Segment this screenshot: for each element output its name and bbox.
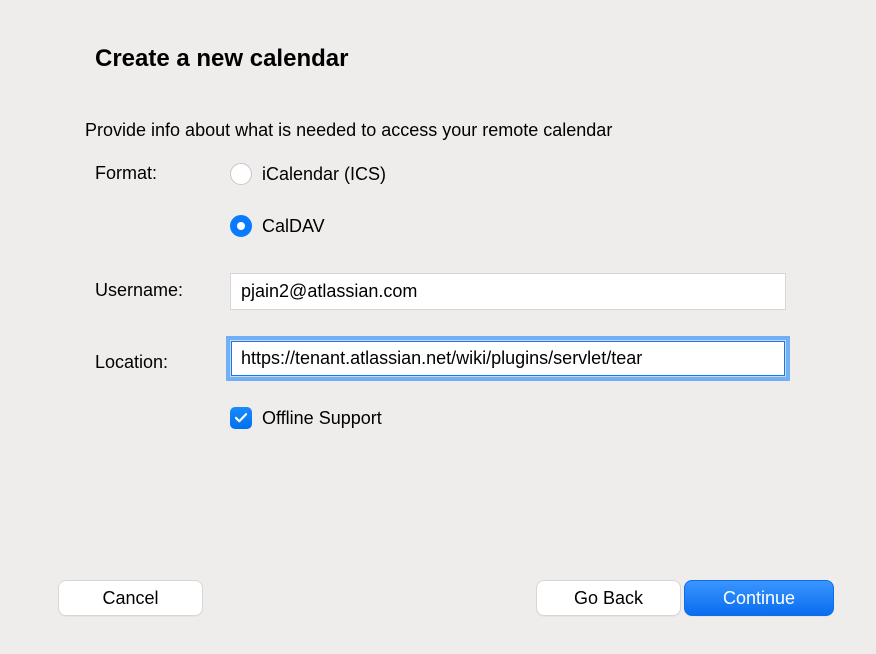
format-radio-caldav[interactable]: CalDAV — [230, 215, 325, 237]
location-label: Location: — [95, 352, 168, 373]
offline-support-checkbox[interactable]: Offline Support — [230, 407, 382, 429]
cancel-button[interactable]: Cancel — [58, 580, 203, 616]
radio-selected-icon — [230, 215, 252, 237]
format-radio-ics-label: iCalendar (ICS) — [262, 164, 386, 185]
offline-support-label: Offline Support — [262, 408, 382, 429]
go-back-button[interactable]: Go Back — [536, 580, 681, 616]
username-input[interactable] — [230, 273, 786, 310]
continue-button[interactable]: Continue — [684, 580, 834, 616]
format-radio-ics[interactable]: iCalendar (ICS) — [230, 163, 386, 185]
checkbox-checked-icon — [230, 407, 252, 429]
username-label: Username: — [95, 280, 183, 301]
dialog-title: Create a new calendar — [95, 45, 348, 73]
format-label: Format: — [95, 163, 157, 184]
dialog-subtitle: Provide info about what is needed to acc… — [85, 120, 612, 141]
radio-icon — [230, 163, 252, 185]
format-radio-caldav-label: CalDAV — [262, 216, 325, 237]
location-input[interactable] — [230, 340, 786, 377]
